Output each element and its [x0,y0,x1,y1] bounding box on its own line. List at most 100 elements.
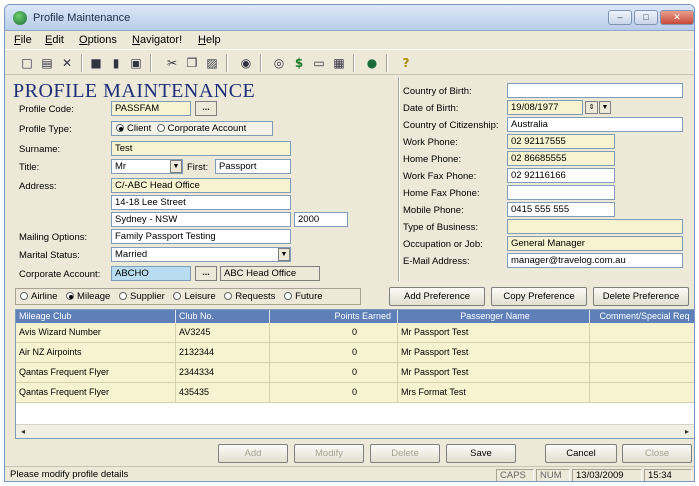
category-mileage-radio[interactable] [66,292,75,300]
paste-icon[interactable]: ▨ [203,54,221,72]
date-of-birth-field[interactable]: 19/08/1977 [507,100,583,115]
delete-button[interactable]: Delete [370,444,440,463]
globe-icon[interactable]: ● [363,54,381,72]
category-airline-label: Airline [31,291,58,302]
work-phone-field[interactable]: 02 92117555 [507,134,615,149]
address-line2-field[interactable]: 14-18 Lee Street [111,195,291,210]
toolbar-separator [386,54,388,72]
mailing-options-field[interactable]: Family Passport Testing [111,229,291,244]
category-airline-radio[interactable] [20,292,28,300]
maximize-button[interactable]: □ [634,10,658,25]
home-fax-field[interactable] [507,185,615,200]
table-row[interactable]: Avis Wizard Number AV3245 0 Mr Passport … [16,323,694,343]
work-fax-field[interactable]: 02 92116166 [507,168,615,183]
occupation-field[interactable]: General Manager [507,236,683,251]
minimize-button[interactable]: – [608,10,632,25]
date-spin-icon[interactable]: ⇕ [585,101,598,114]
binoculars-icon[interactable]: ◎ [270,54,288,72]
category-requests-radio[interactable] [224,292,233,300]
open-folder-icon[interactable]: ▤ [38,54,56,72]
date-dropdown-arrow-icon[interactable]: ▼ [599,101,611,114]
business-type-field[interactable] [507,219,683,234]
menu-help[interactable]: Help [198,34,221,46]
column-header-passenger-name[interactable]: Passenger Name [398,310,590,323]
first-name-field[interactable]: Passport [215,159,291,174]
mobile-phone-label: Mobile Phone: [403,205,464,216]
profile-code-field[interactable]: PASSFAM [111,101,191,116]
row-club-no: AV3245 [176,323,270,343]
address-line1-field[interactable]: C/-ABC Head Office [111,178,291,193]
toolbar-separator [353,54,355,72]
category-supplier-label: Supplier [129,291,165,302]
delete-preference-button[interactable]: Delete Preference [593,287,689,306]
title-dropdown-arrow-icon[interactable]: ▼ [170,160,182,173]
category-requests-label: Requests [235,291,276,302]
title-label: Title: [19,162,40,173]
corporate-radio[interactable] [156,124,165,132]
dollar-icon[interactable]: $ [290,54,308,72]
menu-navigator[interactable]: Navigator! [132,34,182,46]
column-header-points-earned[interactable]: Points Earned [270,310,398,323]
menu-file[interactable]: File [14,34,32,46]
table-row[interactable]: Air NZ Airpoints 2132344 0 Mr Passport T… [16,343,694,363]
toolbar-separator [150,54,152,72]
scroll-right-arrow-icon[interactable]: ▸ [681,426,693,437]
profile-code-label: Profile Code: [19,104,74,115]
add-preference-button[interactable]: Add Preference [389,287,485,306]
country-of-birth-field[interactable] [507,83,683,98]
table-row[interactable]: Qantas Frequent Flyer 2344334 0 Mr Passp… [16,363,694,383]
status-message: Please modify profile details [10,469,129,480]
category-future-radio[interactable] [284,292,293,300]
preference-category-group: Airline Mileage Supplier Leisure Request… [15,288,361,305]
save-disk-icon[interactable]: ■ [87,54,105,72]
close-button[interactable]: Close [622,444,692,463]
help-icon[interactable]: ? [397,54,415,72]
scroll-left-arrow-icon[interactable]: ◂ [17,426,29,437]
copy-preference-button[interactable]: Copy Preference [491,287,587,306]
postcode-field[interactable]: 2000 [294,212,348,227]
card-icon[interactable]: ▭ [310,54,328,72]
address-line3-field[interactable]: Sydney - NSW [111,212,291,227]
citizenship-field[interactable]: Australia [507,117,683,132]
save-button[interactable]: Save [446,444,516,463]
column-header-comment[interactable]: Comment/Special Req [590,310,694,323]
corporate-account-code-field[interactable]: ABCHO [111,266,191,281]
title-bar: Profile Maintenance – □ ✕ [5,5,694,31]
new-document-icon[interactable]: □ [18,54,36,72]
surname-field[interactable]: Test [111,141,291,156]
marital-dropdown-arrow-icon[interactable]: ▼ [278,248,290,261]
cut-scissors-icon[interactable]: ✂ [163,54,181,72]
caps-indicator: CAPS [496,469,534,481]
email-field[interactable]: manager@travelog.com.au [507,253,683,268]
horizontal-scrollbar[interactable]: ◂ ▸ [16,424,694,438]
mobile-phone-field[interactable]: 0415 555 555 [507,202,615,217]
menu-edit[interactable]: Edit [45,34,64,46]
print-icon[interactable]: ▣ [127,54,145,72]
row-points-earned: 0 [270,323,398,343]
marital-status-select[interactable]: Married [111,247,291,262]
column-header-club-no[interactable]: Club No. [176,310,270,323]
category-leisure-radio[interactable] [173,292,182,300]
menu-options[interactable]: Options [79,34,117,46]
row-passenger-name: Mr Passport Test [398,343,590,363]
home-phone-field[interactable]: 02 86685555 [507,151,615,166]
row-mileage-club: Qantas Frequent Flyer [16,363,176,383]
profile-code-browse-button[interactable]: ... [195,101,217,116]
app-globe-icon [13,11,27,25]
close-window-button[interactable]: ✕ [660,10,694,25]
modify-button[interactable]: Modify [294,444,364,463]
category-supplier-radio[interactable] [118,292,127,300]
delete-x-icon[interactable]: ✕ [58,54,76,72]
cancel-button[interactable]: Cancel [545,444,617,463]
copy-icon[interactable]: ❐ [183,54,201,72]
puzzle-icon[interactable]: ▦ [330,54,348,72]
trash-icon[interactable]: ▮ [107,54,125,72]
table-row[interactable]: Qantas Frequent Flyer 435435 0 Mrs Forma… [16,383,694,403]
profile-maintenance-window: Profile Maintenance – □ ✕ File Edit Opti… [4,4,695,482]
add-button[interactable]: Add [218,444,288,463]
email-label: E-Mail Address: [403,256,470,267]
camera-icon[interactable]: ◉ [237,54,255,72]
corporate-account-browse-button[interactable]: ... [195,266,217,281]
column-header-mileage-club[interactable]: Mileage Club [16,310,176,323]
client-radio[interactable] [116,124,124,132]
